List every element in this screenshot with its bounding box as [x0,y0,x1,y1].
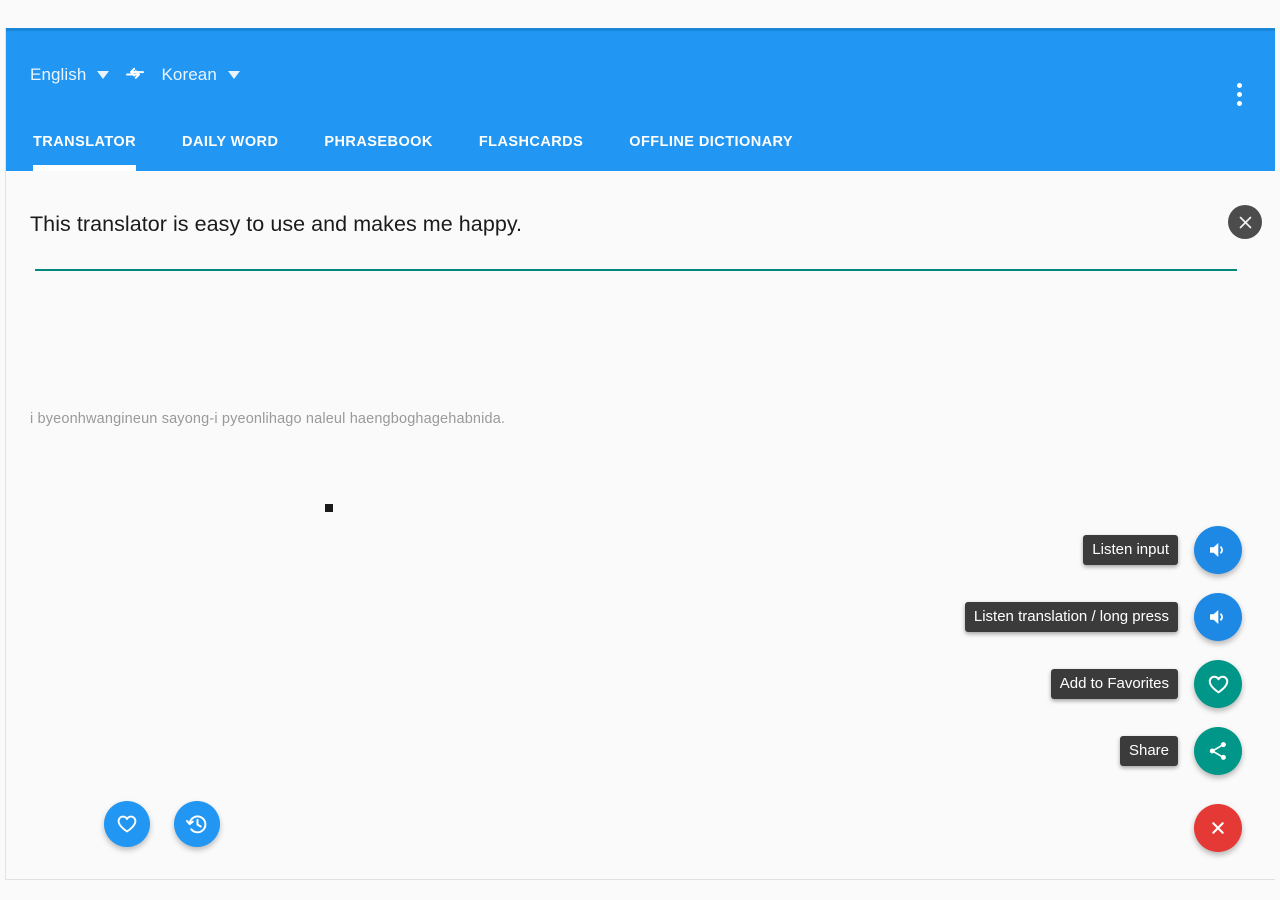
listen-translation-button[interactable] [1194,593,1242,641]
more-vertical-icon-dot [1236,82,1242,88]
tab-label: FLASHCARDS [478,134,584,150]
tab-phrasebook[interactable]: PHRASEBOOK [324,113,432,171]
close-circle-icon [1239,216,1251,228]
window-bottom-gutter [0,880,1280,900]
share-icon [1209,742,1226,760]
listen-input-tooltip: Listen input [1083,535,1178,565]
share-tooltip: Share [1119,736,1178,766]
translation-output-glyph [325,504,333,512]
add-to-favorites-tooltip: Add to Favorites [1050,669,1178,699]
source-text-input[interactable]: This translator is easy to use and makes… [30,209,1230,239]
tab-flashcards[interactable]: FLASHCARDS [479,113,583,171]
tab-label: DAILY WORD [182,134,279,150]
translator-panel: This translator is easy to use and makes… [6,171,1275,879]
app-bar: English Korean TRANSLATOR DAILY WORD PHR… [6,28,1275,171]
volume-up-icon [1210,610,1223,624]
heart-outline-icon [117,815,137,833]
app-root: English Korean TRANSLATOR DAILY WORD PHR… [0,0,1280,900]
share-action: Share [1119,727,1242,775]
bottom-action-bar [104,801,220,847]
volume-up-icon [1210,543,1223,557]
swap-horizontal-icon [126,67,145,79]
tab-translator[interactable]: TRANSLATOR [33,113,137,171]
listen-input-button[interactable] [1194,526,1242,574]
chevron-down-icon [227,71,240,79]
add-to-favorites-button[interactable] [1194,660,1242,708]
listen-translation-action: Listen translation / long press [964,593,1242,641]
add-to-favorites-action: Add to Favorites [1050,660,1242,708]
source-language-label: English [30,65,87,84]
close-actions-button[interactable] [1194,804,1242,852]
tab-bar: TRANSLATOR DAILY WORD PHRASEBOOK FLASHCA… [6,113,839,171]
more-vertical-icon-dot [1236,100,1242,106]
target-language-label: Korean [161,65,217,84]
tab-label: OFFLINE DICTIONARY [629,134,794,150]
listen-translation-tooltip: Listen translation / long press [964,602,1178,632]
chevron-down-icon [97,71,110,79]
source-text-row: This translator is easy to use and makes… [30,205,1262,239]
source-field-underline [35,269,1237,271]
target-language-button[interactable]: Korean [155,58,245,92]
tab-label: PHRASEBOOK [324,134,433,150]
tab-offline-dictionary[interactable]: OFFLINE DICTIONARY [629,113,793,171]
heart-outline-icon [1208,675,1228,693]
transliteration-text: i byeonhwangineun sayong-i pyeonlihago n… [30,411,506,427]
window-right-gutter [1275,0,1280,900]
source-language-button[interactable]: English [24,58,115,92]
listen-input-action: Listen input [1083,526,1242,574]
action-fab-stack: Listen input Listen translation / long p… [964,526,1242,775]
window-top-gutter [0,0,1280,28]
language-selector-row: English Korean [24,58,246,92]
favorites-button[interactable] [104,801,150,847]
close-actions-row [1194,804,1242,852]
share-button[interactable] [1194,727,1242,775]
overflow-menu-button[interactable] [1221,72,1257,116]
close-icon [1212,822,1224,834]
clear-text-button[interactable] [1228,205,1262,239]
tab-daily-word[interactable]: DAILY WORD [182,113,278,171]
history-icon [185,814,206,833]
window-bottom-border [5,879,1275,880]
history-button[interactable] [174,801,220,847]
more-vertical-icon-dot [1236,91,1242,97]
status-bar-strip [6,28,1275,31]
swap-languages-button[interactable] [119,59,151,91]
tab-label: TRANSLATOR [33,134,137,150]
